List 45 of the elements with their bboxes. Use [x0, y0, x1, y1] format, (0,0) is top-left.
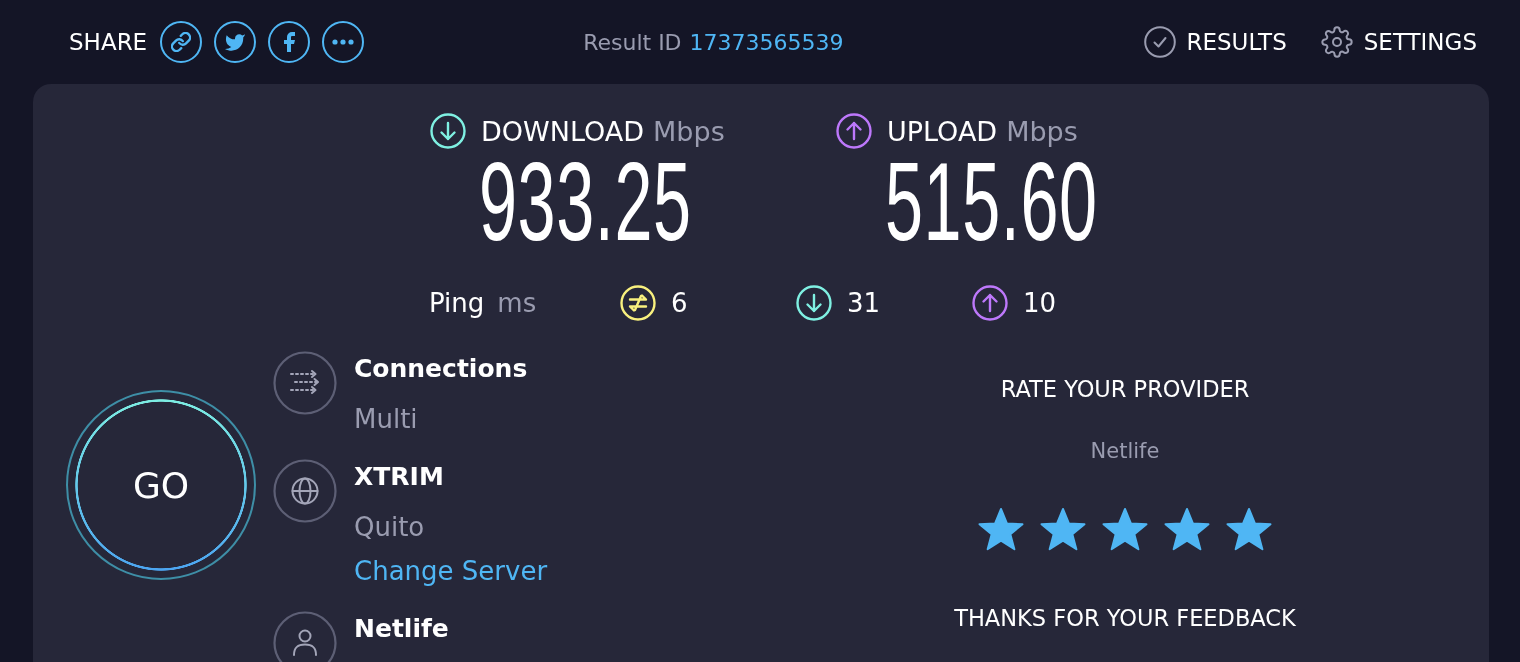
share-twitter-button[interactable]: [214, 21, 257, 63]
more-dots-icon: [332, 39, 355, 45]
info-title: Netlife: [354, 613, 449, 645]
go-button[interactable]: GO: [66, 390, 256, 580]
info-title: Connections: [354, 353, 528, 385]
provider-name: Netlife: [1090, 438, 1160, 465]
link-icon: [171, 32, 192, 52]
facebook-icon: [283, 32, 295, 52]
ping-unit: ms: [497, 288, 537, 318]
person-icon: [273, 611, 337, 662]
speed-value: 515.60: [885, 152, 1098, 252]
ping-value: 31: [847, 288, 881, 318]
speed-label: UPLOAD: [887, 115, 998, 147]
rating-title: RATE YOUR PROVIDER: [1000, 375, 1250, 403]
info-title: XTRIM: [354, 461, 444, 493]
globe-icon: [273, 459, 337, 523]
ping-value: 10: [1023, 288, 1057, 318]
share-facebook-button[interactable]: [268, 21, 311, 63]
results-button[interactable]: RESULTS: [1143, 26, 1287, 58]
ping-value: 6: [671, 288, 688, 318]
star-icon[interactable]: [1226, 507, 1272, 551]
feedback-message: THANKS FOR YOUR FEEDBACK: [954, 604, 1296, 632]
result-id-link[interactable]: 17373565539: [689, 29, 844, 55]
star-icon[interactable]: [1102, 507, 1148, 551]
star-icon[interactable]: [1164, 507, 1210, 551]
info-subtitle: Multi: [354, 403, 418, 436]
settings-button[interactable]: SETTINGS: [1320, 26, 1477, 58]
share-label: SHARE: [69, 29, 148, 55]
star-icon[interactable]: [1040, 507, 1086, 551]
star-rating[interactable]: [978, 507, 1272, 551]
ping-label: Ping: [429, 288, 485, 318]
star-icon[interactable]: [978, 507, 1024, 551]
share-more-button[interactable]: [322, 21, 365, 63]
twitter-icon: [224, 33, 247, 51]
check-circle-icon: [1143, 26, 1176, 58]
gear-icon: [1320, 26, 1353, 58]
dotted-arrows-icon: [273, 351, 337, 415]
share-link-button[interactable]: [160, 21, 203, 63]
info-subtitle: Quito: [354, 511, 425, 544]
speed-label: DOWNLOAD: [481, 115, 645, 147]
result-id-label: Result ID: [583, 29, 682, 55]
speed-value: 933.25: [479, 152, 692, 252]
speed-unit: Mbps: [653, 115, 725, 147]
speed-unit: Mbps: [1006, 115, 1078, 147]
change-server-link[interactable]: Change Server: [354, 553, 548, 589]
